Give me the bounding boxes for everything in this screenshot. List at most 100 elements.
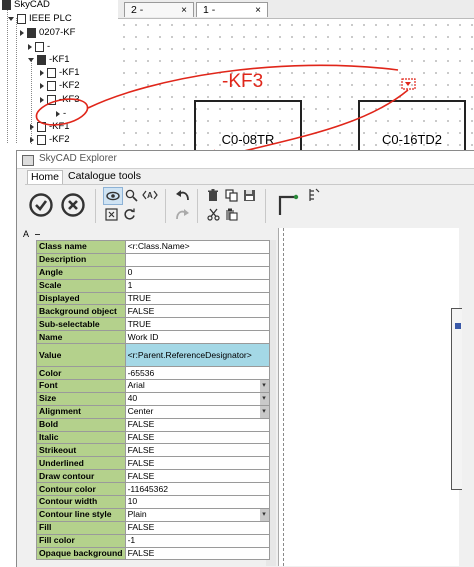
- cancel-button[interactable]: [59, 191, 87, 219]
- expand-arrow-icon[interactable]: [20, 29, 24, 36]
- dropdown-arrow-icon[interactable]: ▾: [259, 406, 269, 418]
- property-value[interactable]: 10: [124, 495, 270, 509]
- text-attribute-button[interactable]: A: [141, 187, 159, 203]
- property-value[interactable]: 1: [124, 278, 270, 293]
- tab-document-1[interactable]: 1 - ×: [196, 2, 268, 17]
- property-row[interactable]: Contour width 10: [36, 495, 270, 509]
- expand-arrow-icon[interactable]: [40, 82, 44, 89]
- property-row[interactable]: Underlined FALSE: [36, 456, 270, 471]
- property-row[interactable]: Color -65536: [36, 366, 270, 381]
- property-value[interactable]: FALSE: [124, 304, 270, 319]
- expand-arrow-icon[interactable]: [40, 69, 44, 76]
- property-value[interactable]: FALSE: [124, 469, 270, 484]
- expand-arrow-icon[interactable]: [28, 57, 34, 62]
- property-row[interactable]: Size 40 ▾: [36, 391, 270, 406]
- draw-wire-button[interactable]: [275, 189, 301, 219]
- expand-arrow-icon[interactable]: [8, 16, 14, 21]
- duplicate-button[interactable]: [223, 187, 239, 203]
- property-value[interactable]: <r:Parent.ReferenceDesignator>: [124, 343, 270, 368]
- dropdown-arrow-icon[interactable]: ▾: [259, 509, 269, 521]
- delete-button[interactable]: [205, 187, 221, 203]
- property-row[interactable]: Font Arial ▾: [36, 379, 270, 393]
- tree-node[interactable]: -KF1: [40, 66, 80, 79]
- property-value[interactable]: 40 ▾: [124, 391, 270, 406]
- expand-arrow-icon[interactable]: [30, 136, 34, 143]
- property-row[interactable]: Background object FALSE: [36, 304, 270, 319]
- property-value[interactable]: -11645362: [124, 482, 270, 497]
- dropdown-arrow-icon[interactable]: ▾: [259, 393, 269, 405]
- tab-home[interactable]: Home: [27, 170, 64, 184]
- property-row[interactable]: Alignment Center ▾: [36, 404, 270, 419]
- property-row[interactable]: Opaque background FALSE: [36, 546, 270, 561]
- property-row[interactable]: Fill FALSE: [36, 520, 270, 535]
- zoom-find-button[interactable]: [123, 187, 139, 203]
- expand-arrow-icon[interactable]: [28, 43, 32, 50]
- property-value[interactable]: Arial ▾: [124, 379, 270, 393]
- property-row[interactable]: Draw contour FALSE: [36, 469, 270, 484]
- property-value[interactable]: FALSE: [124, 417, 270, 432]
- view-button[interactable]: [103, 187, 123, 205]
- property-row[interactable]: Value <r:Parent.ReferenceDesignator>: [36, 343, 270, 368]
- tree-node[interactable]: -: [56, 107, 66, 120]
- property-value[interactable]: Work ID: [124, 330, 270, 345]
- tree-node[interactable]: -KF1: [30, 120, 70, 133]
- terminal-button[interactable]: [305, 187, 321, 203]
- redo-button[interactable]: [173, 206, 191, 222]
- preview-canvas[interactable]: [278, 228, 462, 566]
- property-value[interactable]: <r:Class.Name>: [124, 240, 270, 254]
- tree-node-plc[interactable]: IEEE PLC: [8, 12, 72, 25]
- property-row[interactable]: Italic FALSE: [36, 430, 270, 445]
- property-value[interactable]: FALSE: [124, 456, 270, 471]
- tree-node[interactable]: -KF2: [30, 133, 70, 146]
- project-tree[interactable]: SkyCAD IEEE PLC 0207-KF - -KF1 -KF1 -KF2…: [0, 0, 118, 150]
- apply-button[interactable]: [27, 191, 55, 219]
- property-row[interactable]: Fill color -1: [36, 533, 270, 548]
- property-row[interactable]: Contour line style Plain ▾: [36, 507, 270, 522]
- drawing-canvas[interactable]: C0-08TR C0-16TD2: [118, 19, 474, 162]
- tree-node[interactable]: 0207-KF: [20, 26, 75, 39]
- property-row[interactable]: Sub-selectable TRUE: [36, 317, 270, 332]
- property-value[interactable]: [124, 252, 270, 267]
- property-row[interactable]: Displayed TRUE: [36, 291, 270, 306]
- property-value[interactable]: FALSE: [124, 546, 270, 561]
- tab-document-2[interactable]: 2 - ×: [124, 2, 194, 17]
- refresh-button[interactable]: [121, 206, 137, 222]
- tree-node[interactable]: -KF3: [40, 93, 80, 106]
- property-row[interactable]: Contour color -11645362: [36, 482, 270, 497]
- close-icon[interactable]: ×: [181, 3, 187, 18]
- property-row[interactable]: Angle 0: [36, 265, 270, 280]
- window-titlebar[interactable]: SkyCAD Explorer: [17, 151, 474, 169]
- save-button[interactable]: [241, 187, 257, 203]
- property-row[interactable]: Class name <r:Class.Name>: [36, 240, 270, 254]
- property-value[interactable]: FALSE: [124, 520, 270, 535]
- property-value[interactable]: FALSE: [124, 430, 270, 445]
- fit-view-button[interactable]: [103, 206, 119, 222]
- expand-arrow-icon[interactable]: [56, 110, 60, 117]
- tree-node[interactable]: -KF2: [40, 79, 80, 92]
- property-value[interactable]: -65536: [124, 366, 270, 381]
- tree-node[interactable]: -KF1: [28, 53, 70, 66]
- tab-catalogue-tools[interactable]: Catalogue tools: [65, 170, 144, 183]
- paste-button[interactable]: [223, 206, 239, 222]
- property-value[interactable]: Center ▾: [124, 404, 270, 419]
- property-value[interactable]: Plain ▾: [124, 507, 270, 522]
- tree-node-root[interactable]: SkyCAD: [2, 0, 50, 11]
- close-icon[interactable]: ×: [255, 3, 261, 18]
- property-row[interactable]: Name Work ID: [36, 330, 270, 345]
- tree-node[interactable]: -: [28, 40, 50, 53]
- cut-button[interactable]: [205, 206, 221, 222]
- property-row[interactable]: Scale 1: [36, 278, 270, 293]
- property-value[interactable]: TRUE: [124, 291, 270, 306]
- property-grid: Class name <r:Class.Name> Description Angle…: [36, 240, 270, 561]
- property-row[interactable]: Bold FALSE: [36, 417, 270, 432]
- property-value[interactable]: -1: [124, 533, 270, 548]
- property-row[interactable]: Description: [36, 252, 270, 267]
- dropdown-arrow-icon[interactable]: ▾: [259, 380, 269, 392]
- property-row[interactable]: Strikeout FALSE: [36, 443, 270, 458]
- expand-arrow-icon[interactable]: [40, 96, 44, 103]
- undo-button[interactable]: [173, 187, 191, 203]
- property-value[interactable]: 0: [124, 265, 270, 280]
- expand-arrow-icon[interactable]: [30, 123, 34, 130]
- property-value[interactable]: TRUE: [124, 317, 270, 332]
- property-value[interactable]: FALSE: [124, 443, 270, 458]
